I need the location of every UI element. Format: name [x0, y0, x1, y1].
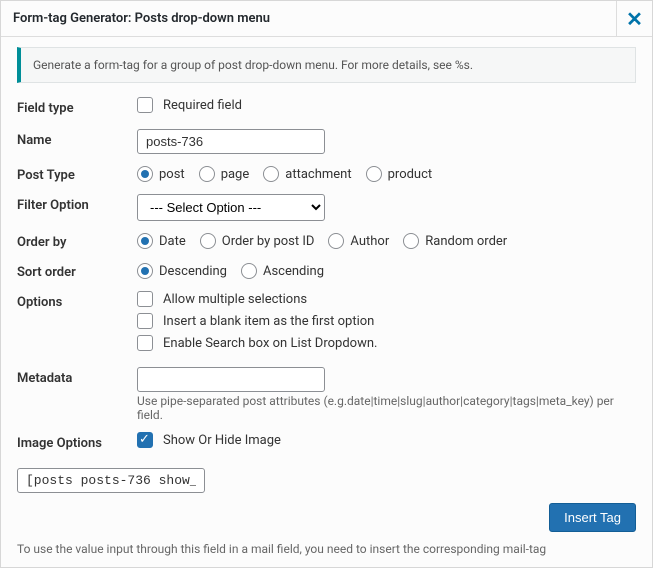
- name-input[interactable]: [137, 129, 325, 154]
- label-options: Options: [17, 291, 137, 310]
- post-type-page-radio[interactable]: [199, 166, 215, 182]
- orderby-id-label: Order by post ID: [222, 234, 315, 249]
- show-image-checkbox[interactable]: [137, 432, 153, 448]
- tag-output[interactable]: [17, 468, 205, 493]
- sort-desc-radio[interactable]: [137, 263, 153, 279]
- label-filter-option: Filter Option: [17, 194, 137, 213]
- orderby-date-radio[interactable]: [137, 233, 153, 249]
- label-image-options: Image Options: [17, 432, 137, 451]
- label-sort-order: Sort order: [17, 261, 137, 280]
- post-type-page-label: page: [221, 167, 250, 182]
- dialog-title: Form-tag Generator: Posts drop-down menu: [13, 11, 270, 26]
- post-type-post-radio[interactable]: [137, 166, 153, 182]
- post-type-product-radio[interactable]: [366, 166, 382, 182]
- metadata-input[interactable]: [137, 367, 325, 392]
- orderby-date-label: Date: [159, 234, 186, 249]
- search-label: Enable Search box on List Dropdown.: [163, 336, 377, 351]
- multiple-label: Allow multiple selections: [163, 292, 307, 307]
- label-field-type: Field type: [17, 97, 137, 116]
- dialog-body[interactable]: Generate a form-tag for a group of post …: [1, 37, 652, 567]
- label-order-by: Order by: [17, 231, 137, 250]
- sort-asc-label: Ascending: [263, 264, 324, 279]
- close-button[interactable]: ✕: [616, 1, 652, 37]
- orderby-id-radio[interactable]: [200, 233, 216, 249]
- insert-tag-button[interactable]: Insert Tag: [549, 503, 636, 532]
- info-notice: Generate a form-tag for a group of post …: [17, 47, 636, 83]
- blank-checkbox[interactable]: [137, 313, 153, 329]
- required-checkbox[interactable]: [137, 97, 153, 113]
- sort-desc-label: Descending: [159, 264, 227, 279]
- orderby-random-label: Random order: [425, 234, 507, 249]
- filter-option-select[interactable]: --- Select Option ---: [137, 194, 325, 221]
- orderby-random-radio[interactable]: [403, 233, 419, 249]
- post-type-product-label: product: [388, 167, 433, 182]
- label-metadata: Metadata: [17, 367, 137, 386]
- orderby-author-label: Author: [350, 234, 389, 249]
- orderby-author-radio[interactable]: [328, 233, 344, 249]
- post-type-post-label: post: [159, 167, 185, 182]
- blank-label: Insert a blank item as the first option: [163, 314, 374, 329]
- usage-note: To use the value input through this fiel…: [17, 542, 636, 556]
- dialog-header: Form-tag Generator: Posts drop-down menu…: [1, 1, 652, 37]
- post-type-attachment-label: attachment: [285, 167, 351, 182]
- label-post-type: Post Type: [17, 164, 137, 183]
- show-image-label: Show Or Hide Image: [163, 433, 281, 448]
- post-type-attachment-radio[interactable]: [263, 166, 279, 182]
- label-name: Name: [17, 129, 137, 148]
- search-checkbox[interactable]: [137, 335, 153, 351]
- required-label: Required field: [163, 98, 242, 113]
- form-tag-dialog: Form-tag Generator: Posts drop-down menu…: [0, 0, 653, 568]
- sort-asc-radio[interactable]: [241, 263, 257, 279]
- metadata-hint: Use pipe-separated post attributes (e.g.…: [137, 394, 636, 422]
- close-icon: ✕: [626, 7, 643, 31]
- multiple-checkbox[interactable]: [137, 291, 153, 307]
